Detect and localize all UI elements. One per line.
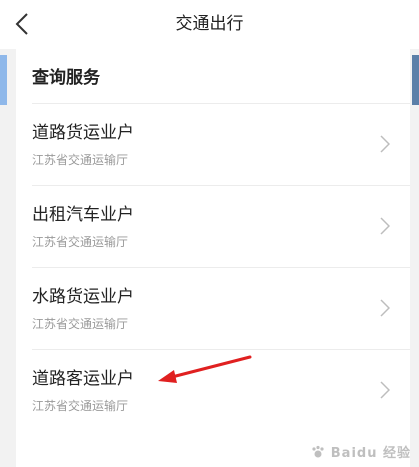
watermark: Baidu 经验 [311,442,411,461]
navbar: 交通出行 [0,0,419,49]
chevron-right-icon [380,135,390,153]
list-item[interactable]: 出租汽车业户 江苏省交通运输厅 [16,185,410,267]
chevron-right-icon [380,381,390,399]
item-name: 道路客运业户 [32,369,134,389]
chevron-right-icon [380,299,390,317]
item-provider: 江苏省交通运输厅 [32,317,129,331]
query-services-card: 查询服务 道路货运业户 江苏省交通运输厅 出租汽车业户 江苏省交通运输厅 水路货… [16,49,410,467]
item-name: 水路货运业户 [32,287,134,307]
chevron-right-icon [380,217,390,235]
divider [32,267,410,268]
annotation-arrow-icon [158,355,252,383]
item-provider: 江苏省交通运输厅 [32,235,129,249]
divider [32,103,410,104]
item-name: 道路货运业户 [32,123,134,143]
item-provider: 江苏省交通运输厅 [32,153,129,167]
section-title: 查询服务 [32,68,100,88]
paw-icon [312,445,324,458]
divider [32,185,410,186]
left-accent-strip [0,55,7,105]
scrollbar[interactable] [412,55,419,105]
item-name: 出租汽车业户 [32,205,134,225]
list-item[interactable]: 水路货运业户 江苏省交通运输厅 [16,267,410,349]
watermark-text: Baidu 经验 [330,446,411,461]
item-provider: 江苏省交通运输厅 [32,399,129,413]
page-title: 交通出行 [175,14,244,34]
list-item[interactable]: 道路货运业户 江苏省交通运输厅 [16,103,410,185]
